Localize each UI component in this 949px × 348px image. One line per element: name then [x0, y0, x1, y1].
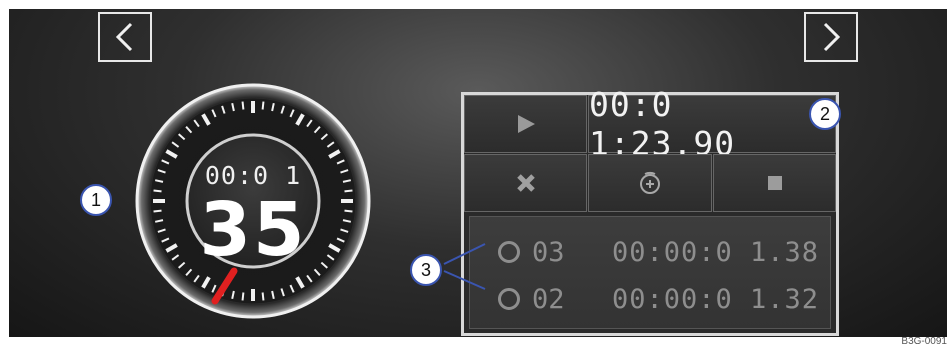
callout-2: 2: [809, 98, 841, 130]
callout-1: 1: [80, 184, 112, 216]
reference-code: B3G-0091: [901, 336, 947, 347]
stopwatch-screen: 00:0 1 35 00:0 1:23.90 03 00:00:0 1.38 0…: [9, 9, 947, 337]
callout-leader-lines: [443, 243, 486, 290]
callout-3: 3: [410, 254, 442, 286]
